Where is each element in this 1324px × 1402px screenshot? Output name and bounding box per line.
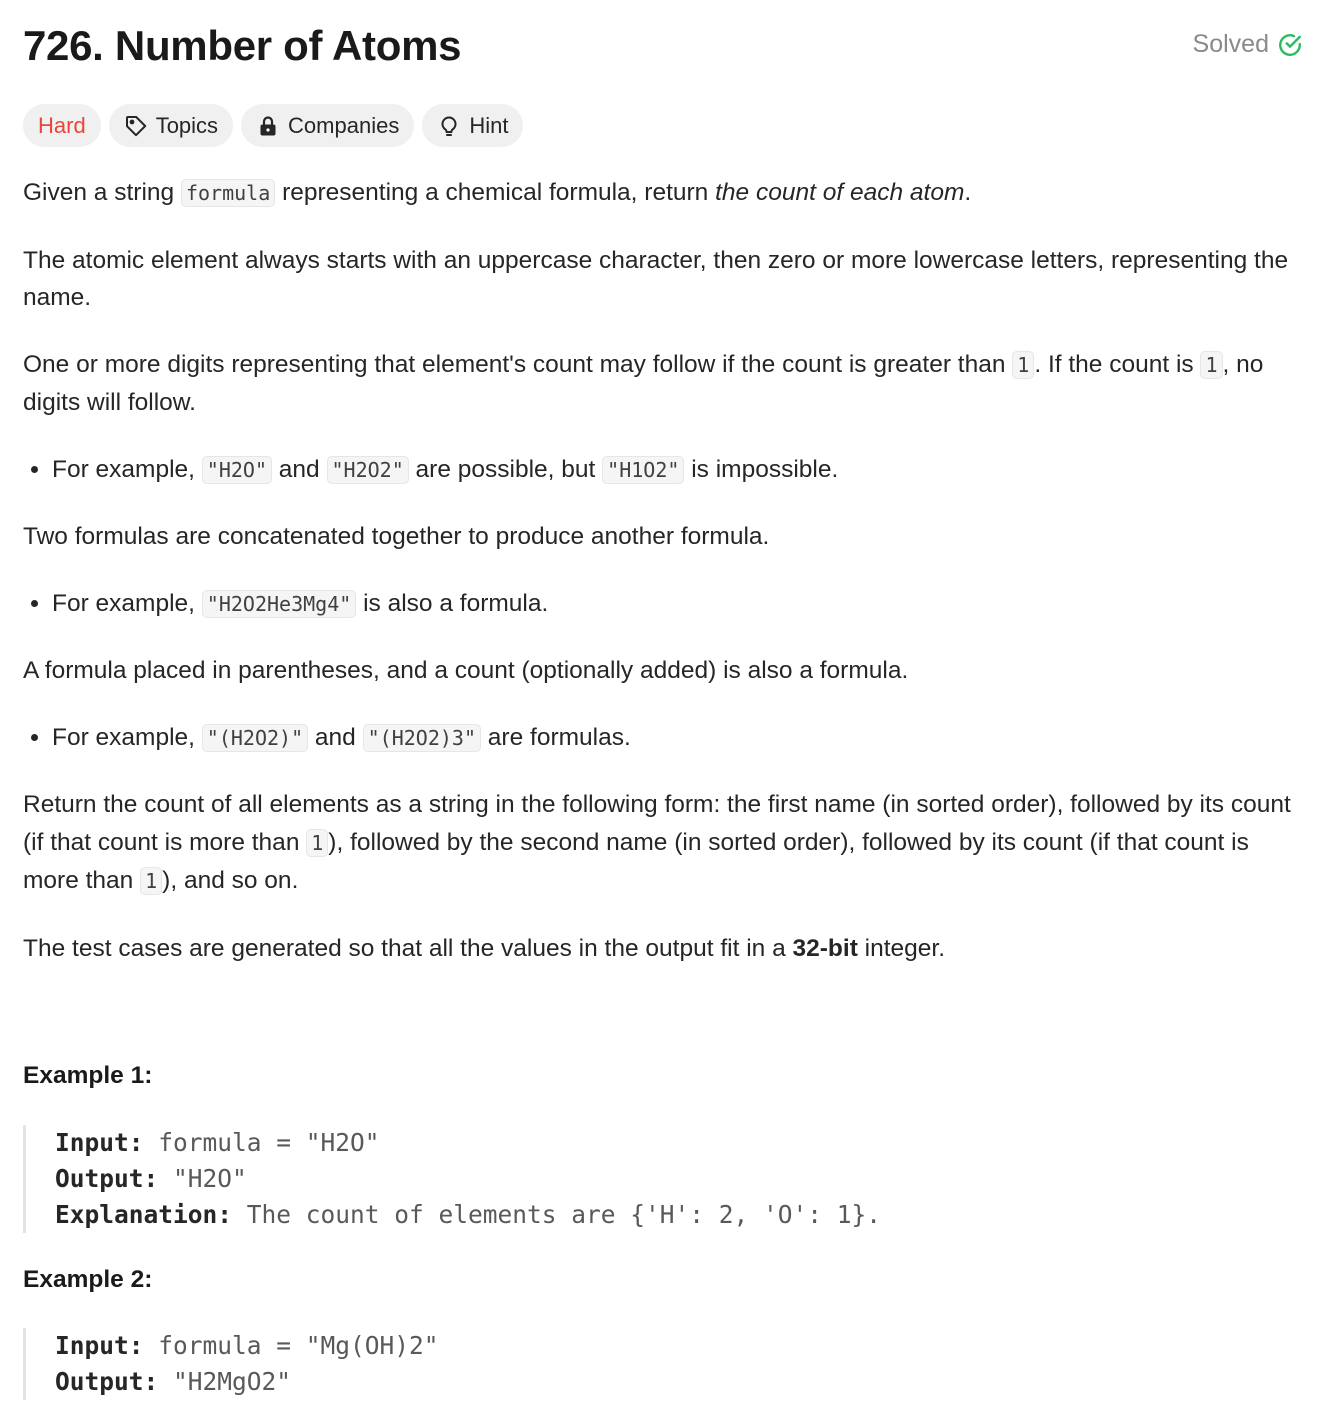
problem-description: 726. Number of Atoms Solved Hard Topics bbox=[23, 0, 1303, 1400]
hint-button[interactable]: Hint bbox=[422, 104, 524, 147]
inline-code: 1 bbox=[306, 828, 329, 857]
inline-code: 1 bbox=[1012, 350, 1035, 379]
tag-icon bbox=[125, 115, 146, 136]
list-item: For example, "H2O2He3Mg4" is also a form… bbox=[52, 585, 1303, 624]
example-2-title: Example 2: bbox=[23, 1266, 153, 1293]
explanation-label: Explanation: bbox=[55, 1200, 233, 1229]
example-2-block: Input: formula = "Mg(OH)2" Output: "H2Mg… bbox=[23, 1328, 439, 1400]
output-value: "H2O" bbox=[158, 1164, 247, 1193]
description-paragraph: Given a string formula representing a ch… bbox=[23, 179, 972, 207]
companies-button[interactable]: Companies bbox=[241, 104, 415, 147]
explanation-value: The count of elements are {'H': 2, 'O': … bbox=[232, 1200, 882, 1229]
lightbulb-icon bbox=[441, 116, 457, 136]
lock-icon bbox=[260, 115, 276, 135]
description-paragraph: Two formulas are concatenated together t… bbox=[23, 523, 770, 550]
bullet-list: For example, "(H2O2)" and "(H2O2)3" are … bbox=[23, 719, 1303, 758]
input-label: Input: bbox=[55, 1331, 144, 1360]
problem-content: Given a string formula representing a ch… bbox=[23, 174, 1303, 996]
check-circle-icon bbox=[1279, 33, 1301, 56]
description-paragraph: Return the count of all elements as a st… bbox=[23, 791, 1291, 895]
bullet-list: For example, "H2O" and "H2O2" are possib… bbox=[23, 451, 1303, 490]
problem-header: 726. Number of Atoms Solved bbox=[23, 0, 1303, 96]
inline-code: "H2O2" bbox=[326, 455, 409, 484]
inline-code: "H2O" bbox=[201, 455, 272, 484]
description-paragraph: A formula placed in parentheses, and a c… bbox=[23, 657, 909, 684]
inline-code: "H2O2He3Mg4" bbox=[201, 589, 357, 618]
inline-code: "(H2O2)3" bbox=[362, 723, 481, 752]
output-label: Output: bbox=[55, 1164, 159, 1193]
example-1-title: Example 1: bbox=[23, 1062, 153, 1089]
inline-code: 1 bbox=[1200, 350, 1223, 379]
difficulty-badge: Hard bbox=[23, 104, 101, 147]
list-item: For example, "(H2O2)" and "(H2O2)3" are … bbox=[52, 719, 1303, 758]
companies-label: Companies bbox=[288, 112, 400, 138]
topics-label: Topics bbox=[155, 112, 219, 138]
difficulty-label: Hard bbox=[38, 112, 86, 138]
inline-code: "H1O2" bbox=[602, 455, 685, 484]
output-value: "H2MgO2" bbox=[158, 1367, 292, 1396]
inline-code: 1 bbox=[140, 867, 163, 895]
inline-code: formula bbox=[180, 179, 276, 207]
solved-label: Solved bbox=[1192, 30, 1269, 58]
input-value: formula = "H2O" bbox=[143, 1128, 380, 1157]
description-paragraph: One or more digits representing that ele… bbox=[23, 350, 1264, 416]
input-value: formula = "Mg(OH)2" bbox=[143, 1331, 439, 1360]
description-paragraph: The test cases are generated so that all… bbox=[23, 934, 946, 962]
description-paragraph: The atomic element always starts with an… bbox=[23, 246, 1289, 312]
hint-label: Hint bbox=[469, 112, 509, 138]
output-label: Output: bbox=[55, 1367, 159, 1396]
inline-code: "(H2O2)" bbox=[201, 723, 309, 752]
problem-tags: Hard Topics Companies Hint bbox=[23, 104, 524, 147]
topics-button[interactable]: Topics bbox=[108, 104, 234, 147]
input-label: Input: bbox=[55, 1128, 144, 1157]
bullet-list: For example, "H2O2He3Mg4" is also a form… bbox=[23, 585, 1303, 624]
example-1-block: Input: formula = "H2O" Output: "H2O" Exp… bbox=[23, 1125, 881, 1233]
list-item: For example, "H2O" and "H2O2" are possib… bbox=[52, 451, 1303, 490]
solved-status: Solved bbox=[1193, 30, 1303, 59]
problem-title[interactable]: 726. Number of Atoms bbox=[23, 22, 462, 70]
